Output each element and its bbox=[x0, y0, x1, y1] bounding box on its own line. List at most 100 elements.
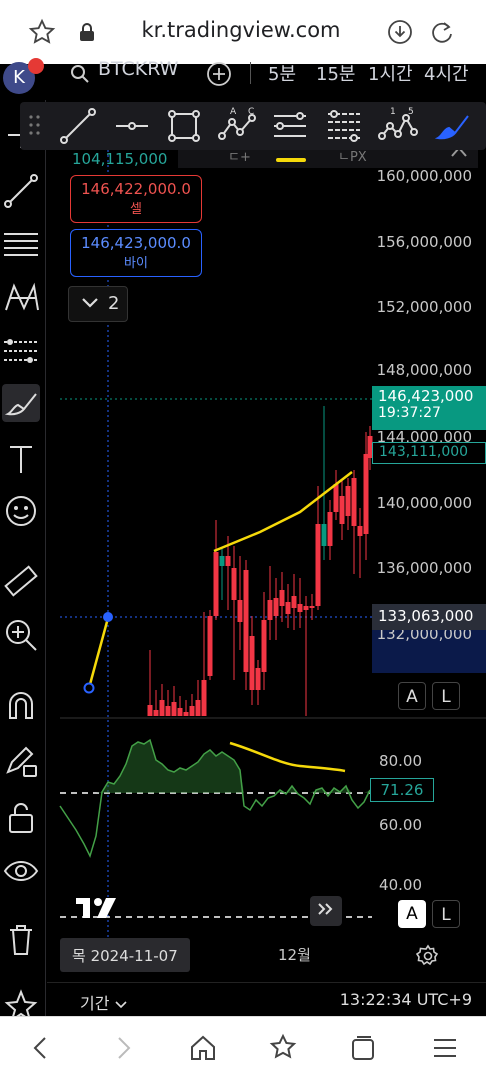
menu-icon[interactable] bbox=[430, 1033, 460, 1063]
rsi-axis-label: 40.00 bbox=[379, 876, 422, 894]
header-divider bbox=[250, 62, 251, 84]
screen: kr.tradingview.com K BTCKRW 5분 15분 1시간 4… bbox=[0, 0, 486, 1080]
candle-body bbox=[261, 620, 267, 672]
rsi-auto-scale-button[interactable]: A bbox=[398, 900, 426, 928]
candle-body bbox=[357, 526, 363, 536]
candle-body bbox=[309, 606, 315, 608]
time-axis-label: 12월 bbox=[278, 946, 311, 964]
prediction-icon[interactable] bbox=[2, 332, 40, 370]
active-tool-indicator bbox=[276, 158, 306, 162]
last-price-tag: 146,423,000 19:37:27 bbox=[372, 386, 486, 430]
candle-body bbox=[147, 705, 153, 716]
buy-button[interactable]: 146,423,000.0 바이 bbox=[70, 229, 202, 277]
double-chevron-right-icon bbox=[318, 903, 333, 915]
symbol-name[interactable]: BTCKRW bbox=[98, 58, 178, 80]
forward-icon[interactable] bbox=[108, 1033, 138, 1063]
url-text[interactable]: kr.tradingview.com bbox=[112, 18, 370, 42]
candle-body bbox=[315, 524, 321, 606]
horizontal-ray-tool-icon[interactable] bbox=[112, 106, 152, 146]
wave-label-5: 5 bbox=[408, 107, 414, 117]
price-axis-label: 152,000,000 bbox=[376, 298, 472, 316]
eye-icon[interactable] bbox=[2, 852, 40, 890]
bookmarks-icon[interactable] bbox=[268, 1033, 298, 1063]
candle-body bbox=[285, 602, 291, 614]
candle-body bbox=[207, 616, 213, 676]
brush-icon[interactable] bbox=[2, 384, 40, 422]
buy-price: 146,423,000.0 bbox=[81, 234, 191, 252]
candle-body bbox=[153, 710, 159, 716]
lock-drawing-pencil-icon[interactable] bbox=[2, 742, 40, 780]
brush-tool-icon[interactable] bbox=[432, 106, 472, 146]
candle-body bbox=[177, 708, 183, 716]
lock-icon bbox=[80, 23, 94, 41]
parallel-channel-tool-icon[interactable] bbox=[270, 106, 310, 146]
drawing-trendline-rsi bbox=[229, 741, 346, 773]
unlock-icon[interactable] bbox=[2, 798, 40, 836]
candle-body bbox=[321, 524, 327, 546]
magnet-icon[interactable] bbox=[2, 688, 40, 726]
sell-price: 146,422,000.0 bbox=[81, 180, 191, 198]
candle-body bbox=[231, 568, 237, 600]
pattern-icon[interactable] bbox=[2, 278, 40, 316]
price-axis-label: 160,000,000 bbox=[376, 167, 472, 185]
tabs-icon[interactable] bbox=[348, 1033, 378, 1063]
ruler-icon[interactable] bbox=[2, 562, 40, 600]
price-axis-label: 136,000,000 bbox=[376, 559, 472, 577]
period-selector[interactable]: 기간 bbox=[80, 990, 127, 1014]
candle-body bbox=[333, 484, 339, 512]
bookmark-star-icon[interactable] bbox=[28, 18, 56, 46]
last-price-value: 146,423,000 bbox=[378, 387, 474, 405]
trend-line-tool-icon[interactable] bbox=[58, 106, 98, 146]
text-icon[interactable] bbox=[2, 440, 40, 478]
drawing-toolbar: AC 15 bbox=[20, 102, 486, 150]
candle-body bbox=[213, 552, 219, 616]
candle-body bbox=[237, 600, 243, 622]
search-icon[interactable] bbox=[70, 64, 90, 84]
auto-scale-button[interactable]: A bbox=[398, 682, 426, 710]
candle-body bbox=[327, 512, 333, 546]
candles bbox=[147, 406, 373, 716]
candle-body bbox=[303, 606, 309, 610]
pattern-label-a: A bbox=[230, 107, 237, 117]
emoji-icon[interactable] bbox=[2, 492, 40, 530]
timezone-clock[interactable]: 13:22:34 UTC+9 bbox=[340, 990, 472, 1009]
download-icon[interactable] bbox=[386, 18, 414, 46]
price-axis-label: 156,000,000 bbox=[376, 233, 472, 251]
browser-address-bar: kr.tradingview.com bbox=[0, 0, 486, 64]
buy-label: 바이 bbox=[124, 256, 148, 271]
candle-body bbox=[255, 668, 261, 690]
interval-5m[interactable]: 5분 bbox=[268, 60, 296, 86]
gear-icon[interactable] bbox=[416, 944, 440, 968]
zoom-in-icon[interactable] bbox=[2, 616, 40, 654]
crosshair-date-label: 목 2024-11-07 bbox=[60, 938, 190, 972]
back-icon[interactable] bbox=[26, 1033, 56, 1063]
scroll-to-realtime-button[interactable] bbox=[310, 896, 342, 926]
trash-icon[interactable] bbox=[2, 920, 40, 958]
fib-icon[interactable] bbox=[2, 226, 40, 264]
interval-1h[interactable]: 1시간 bbox=[368, 60, 413, 86]
elliott-wave-tool-icon[interactable]: 15 bbox=[378, 106, 418, 146]
drag-handle-icon[interactable] bbox=[28, 114, 42, 136]
interval-15m[interactable]: 15분 bbox=[316, 60, 355, 86]
log-scale-button[interactable]: L bbox=[432, 682, 460, 710]
abcd-pattern-tool-icon[interactable]: AC bbox=[218, 106, 258, 146]
trend-line-icon[interactable] bbox=[2, 172, 40, 210]
sell-button[interactable]: 146,422,000.0 셀 bbox=[70, 175, 202, 223]
candle-body bbox=[351, 478, 357, 526]
fib-retracement-tool-icon[interactable] bbox=[324, 106, 364, 146]
collapse-toggle-button[interactable]: 2 bbox=[68, 286, 128, 322]
home-icon[interactable] bbox=[188, 1033, 218, 1063]
add-symbol-icon[interactable] bbox=[205, 60, 233, 88]
left-drawing-toolbar bbox=[0, 100, 46, 1023]
candle-body bbox=[291, 596, 297, 608]
candle-body bbox=[183, 712, 189, 716]
candle-body bbox=[297, 604, 303, 612]
interval-4h[interactable]: 4시간 bbox=[424, 60, 469, 86]
candle-body bbox=[195, 700, 201, 716]
drawing-anchor-end bbox=[103, 612, 113, 622]
price-axis-label: 140,000,000 bbox=[376, 494, 472, 512]
rectangle-tool-icon[interactable] bbox=[164, 106, 204, 146]
ohlc-price: 104,115,000 bbox=[72, 150, 168, 168]
reload-icon[interactable] bbox=[428, 18, 456, 46]
rsi-log-scale-button[interactable]: L bbox=[432, 900, 460, 928]
